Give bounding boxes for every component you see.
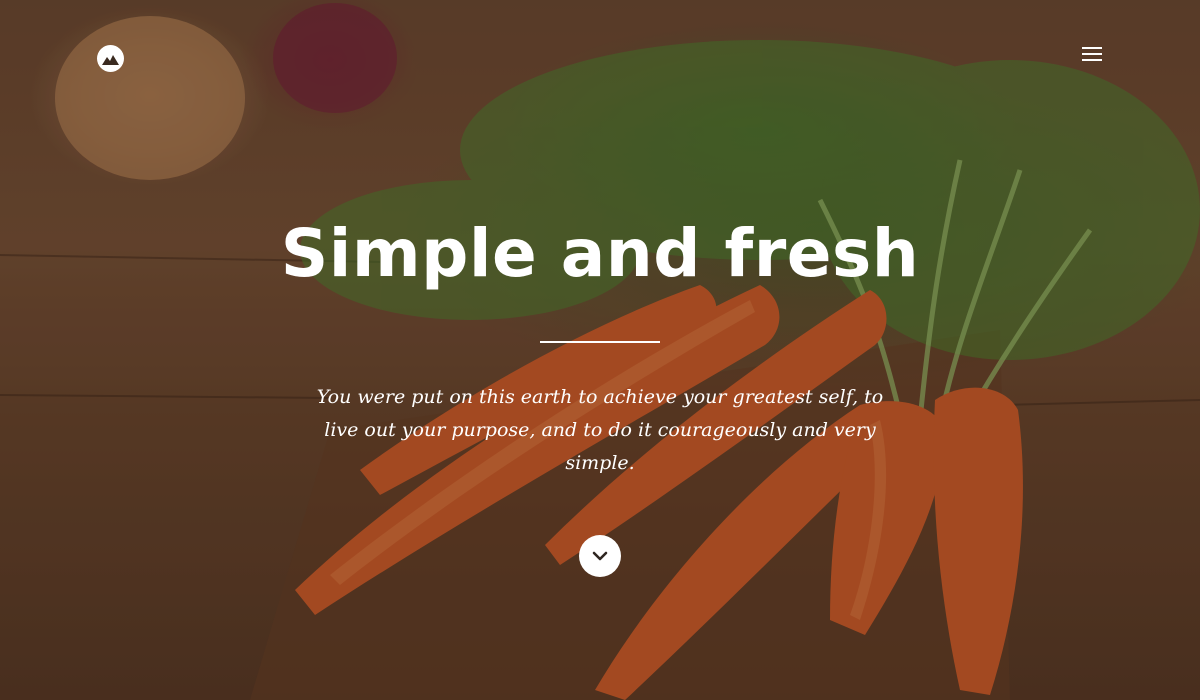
menu-bar-middle	[1082, 53, 1102, 55]
chevron-down-icon	[592, 551, 608, 561]
hamburger-menu-icon[interactable]	[1080, 44, 1104, 64]
scroll-down-button[interactable]	[579, 535, 621, 577]
menu-bar-bottom	[1082, 59, 1102, 61]
hero-title: Simple and fresh	[280, 215, 920, 292]
logo-icon[interactable]	[97, 45, 124, 72]
hero-overlay	[0, 0, 1200, 700]
title-divider	[540, 341, 660, 343]
hero-section: Simple and fresh You were put on this ea…	[0, 0, 1200, 700]
mountain-logo-icon	[102, 54, 119, 65]
menu-bar-top	[1082, 47, 1102, 49]
hero-tagline: You were put on this earth to achieve yo…	[316, 386, 884, 474]
